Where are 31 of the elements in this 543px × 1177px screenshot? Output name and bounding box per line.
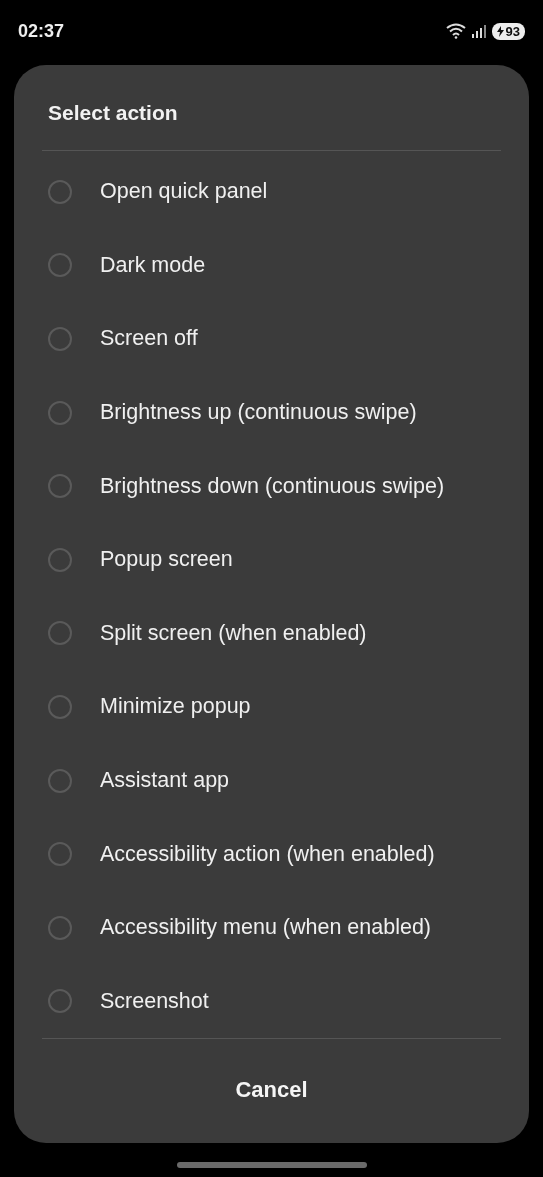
- radio-button[interactable]: [48, 915, 72, 940]
- radio-button[interactable]: [48, 547, 72, 572]
- signal-icon: [471, 24, 486, 38]
- option-item[interactable]: Dark mode: [14, 228, 529, 303]
- radio-button[interactable]: [48, 989, 72, 1014]
- radio-button[interactable]: [48, 400, 72, 425]
- option-item[interactable]: Brightness down (continuous swipe): [14, 449, 529, 523]
- option-item[interactable]: Screen off: [14, 302, 529, 376]
- radio-button[interactable]: [48, 327, 72, 351]
- radio-button[interactable]: [48, 768, 72, 793]
- option-item[interactable]: Accessibility menu (when enabled): [14, 890, 529, 965]
- dialog-title: Select action: [47, 100, 179, 126]
- radio-button[interactable]: [48, 474, 72, 499]
- radio-button[interactable]: [48, 842, 72, 867]
- status-time: 02:37: [18, 20, 65, 42]
- option-item[interactable]: Popup screen: [14, 522, 529, 597]
- battery-indicator: 93: [491, 22, 525, 40]
- radio-button[interactable]: [48, 621, 72, 646]
- cancel-button[interactable]: Cancel: [14, 1039, 529, 1143]
- option-item[interactable]: Open quick panel: [14, 155, 529, 229]
- option-item[interactable]: Screenshot: [14, 964, 529, 1039]
- radio-button[interactable]: [48, 253, 72, 278]
- option-item[interactable]: Minimize popup: [14, 670, 529, 744]
- home-indicator[interactable]: [176, 1162, 367, 1168]
- option-item[interactable]: Brightness up (continuous swipe): [14, 375, 529, 450]
- option-item[interactable]: Assistant app: [14, 743, 529, 818]
- radio-button[interactable]: [48, 694, 72, 719]
- radio-button[interactable]: [48, 179, 72, 204]
- wifi-icon: [445, 23, 466, 39]
- option-item[interactable]: Accessibility action (when enabled): [14, 817, 529, 891]
- option-item[interactable]: Split screen (when enabled): [14, 596, 529, 671]
